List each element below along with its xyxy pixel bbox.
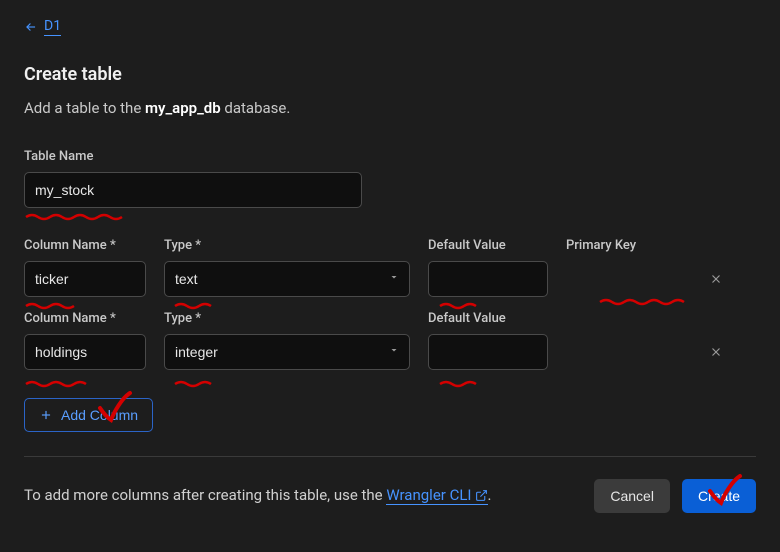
add-column-label: Add Column — [61, 407, 138, 423]
primary-key-label: Primary Key — [566, 238, 686, 253]
annotation-scribble — [173, 380, 221, 388]
wrangler-cli-link[interactable]: Wrangler CLI — [386, 486, 487, 505]
add-column-button[interactable]: Add Column — [24, 398, 153, 432]
annotation-scribble — [24, 380, 96, 388]
create-button[interactable]: Create — [682, 479, 756, 513]
external-link-icon — [475, 488, 488, 506]
default-value-input[interactable] — [428, 261, 548, 297]
footer-hint: To add more columns after creating this … — [24, 486, 491, 506]
column-row: Column Name * Type * Default Value Prima… — [24, 238, 756, 297]
column-name-label: Column Name * — [24, 311, 146, 326]
column-type-select[interactable] — [164, 334, 410, 370]
remove-column-button[interactable] — [704, 267, 728, 291]
column-name-input[interactable] — [24, 261, 146, 297]
annotation-scribble — [438, 380, 486, 388]
annotation-scribble — [24, 213, 132, 221]
db-name: my_app_db — [145, 99, 221, 117]
page-subtitle: Add a table to the my_app_db database. — [24, 99, 756, 117]
arrow-left-icon — [24, 20, 38, 34]
subtitle-suffix: database. — [221, 99, 291, 117]
columns-section: Column Name * Type * Default Value Prima… — [24, 238, 756, 370]
hint-prefix: To add more columns after creating this … — [24, 486, 386, 504]
close-icon — [709, 272, 723, 286]
hint-suffix: . — [488, 486, 492, 504]
column-type-select[interactable] — [164, 261, 410, 297]
wrangler-label: Wrangler CLI — [386, 486, 471, 504]
column-name-input[interactable] — [24, 334, 146, 370]
table-name-input[interactable] — [24, 172, 362, 208]
column-name-label: Column Name * — [24, 238, 146, 253]
default-value-input[interactable] — [428, 334, 548, 370]
back-to-d1-link[interactable]: D1 — [24, 18, 61, 36]
default-value-label: Default Value — [428, 238, 548, 253]
table-name-label: Table Name — [24, 149, 362, 164]
remove-column-button[interactable] — [704, 340, 728, 364]
subtitle-prefix: Add a table to the — [24, 99, 145, 117]
page-title: Create table — [24, 64, 756, 85]
divider — [24, 456, 756, 457]
column-row: Column Name * Type * Default Value — [24, 311, 756, 370]
close-icon — [709, 345, 723, 359]
cancel-button[interactable]: Cancel — [594, 479, 670, 513]
column-type-label: Type * — [164, 238, 410, 253]
back-label: D1 — [44, 18, 61, 36]
plus-icon — [39, 408, 53, 422]
column-type-label: Type * — [164, 311, 410, 326]
default-value-label: Default Value — [428, 311, 548, 326]
